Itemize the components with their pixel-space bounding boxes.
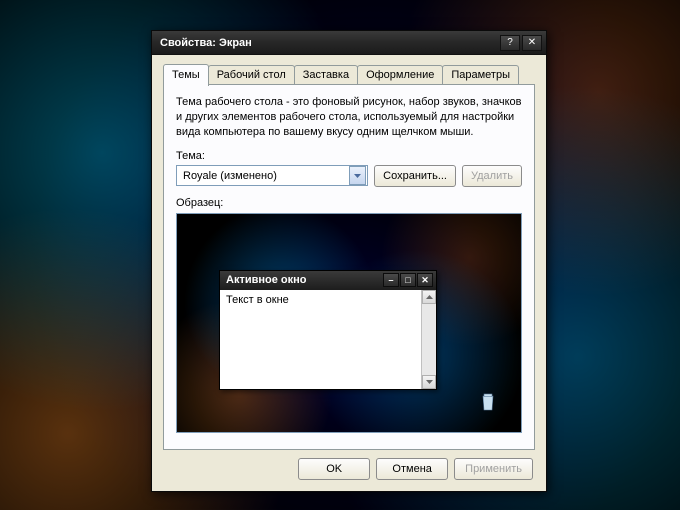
sample-body-text: Текст в окне (220, 290, 421, 389)
save-theme-button[interactable]: Сохранить... (374, 165, 456, 187)
sample-window-title: Активное окно (226, 274, 382, 286)
sample-body: Текст в окне (220, 290, 436, 389)
titlebar[interactable]: Свойства: Экран ? ✕ (152, 31, 546, 55)
delete-theme-button: Удалить (462, 165, 522, 187)
maximize-icon: □ (405, 275, 410, 285)
sample-label: Образец: (176, 197, 522, 209)
close-button[interactable]: ✕ (522, 35, 542, 51)
sample-titlebar: Активное окно – □ ✕ (220, 271, 436, 290)
close-icon: ✕ (421, 275, 429, 286)
apply-button: Применить (454, 458, 533, 480)
sample-scrollbar (421, 290, 436, 389)
theme-description: Тема рабочего стола - это фоновый рисуно… (176, 95, 522, 140)
help-button[interactable]: ? (500, 35, 520, 51)
scroll-down-icon (422, 375, 436, 389)
sample-minimize-button: – (383, 273, 399, 287)
theme-combobox[interactable]: Royale (изменено) (176, 165, 368, 186)
theme-label: Тема: (176, 150, 522, 162)
theme-combobox-value: Royale (изменено) (177, 170, 349, 182)
dialog-buttons: OK Отмена Применить (298, 458, 533, 480)
minimize-icon: – (388, 275, 393, 285)
help-icon: ? (507, 37, 513, 48)
close-icon: ✕ (528, 37, 536, 48)
theme-preview: Активное окно – □ ✕ Текст в окне (176, 213, 522, 433)
sample-close-button: ✕ (417, 273, 433, 287)
combobox-dropdown-button[interactable] (349, 166, 366, 185)
sample-window: Активное окно – □ ✕ Текст в окне (219, 270, 437, 390)
scroll-up-icon (422, 290, 436, 304)
ok-button[interactable]: OK (298, 458, 370, 480)
cancel-button[interactable]: Отмена (376, 458, 448, 480)
dialog-title: Свойства: Экран (160, 37, 498, 49)
themes-panel: Тема рабочего стола - это фоновый рисуно… (163, 84, 535, 450)
display-properties-dialog: Свойства: Экран ? ✕ Темы Рабочий стол За… (151, 30, 547, 492)
tab-strip: Темы Рабочий стол Заставка Оформление Па… (163, 64, 519, 86)
tab-themes[interactable]: Темы (163, 64, 209, 86)
client-area: Темы Рабочий стол Заставка Оформление Па… (155, 58, 543, 488)
theme-row: Royale (изменено) Сохранить... Удалить (176, 165, 522, 187)
sample-maximize-button: □ (400, 273, 416, 287)
recycle-bin-icon (475, 392, 501, 418)
chevron-down-icon (354, 174, 361, 178)
